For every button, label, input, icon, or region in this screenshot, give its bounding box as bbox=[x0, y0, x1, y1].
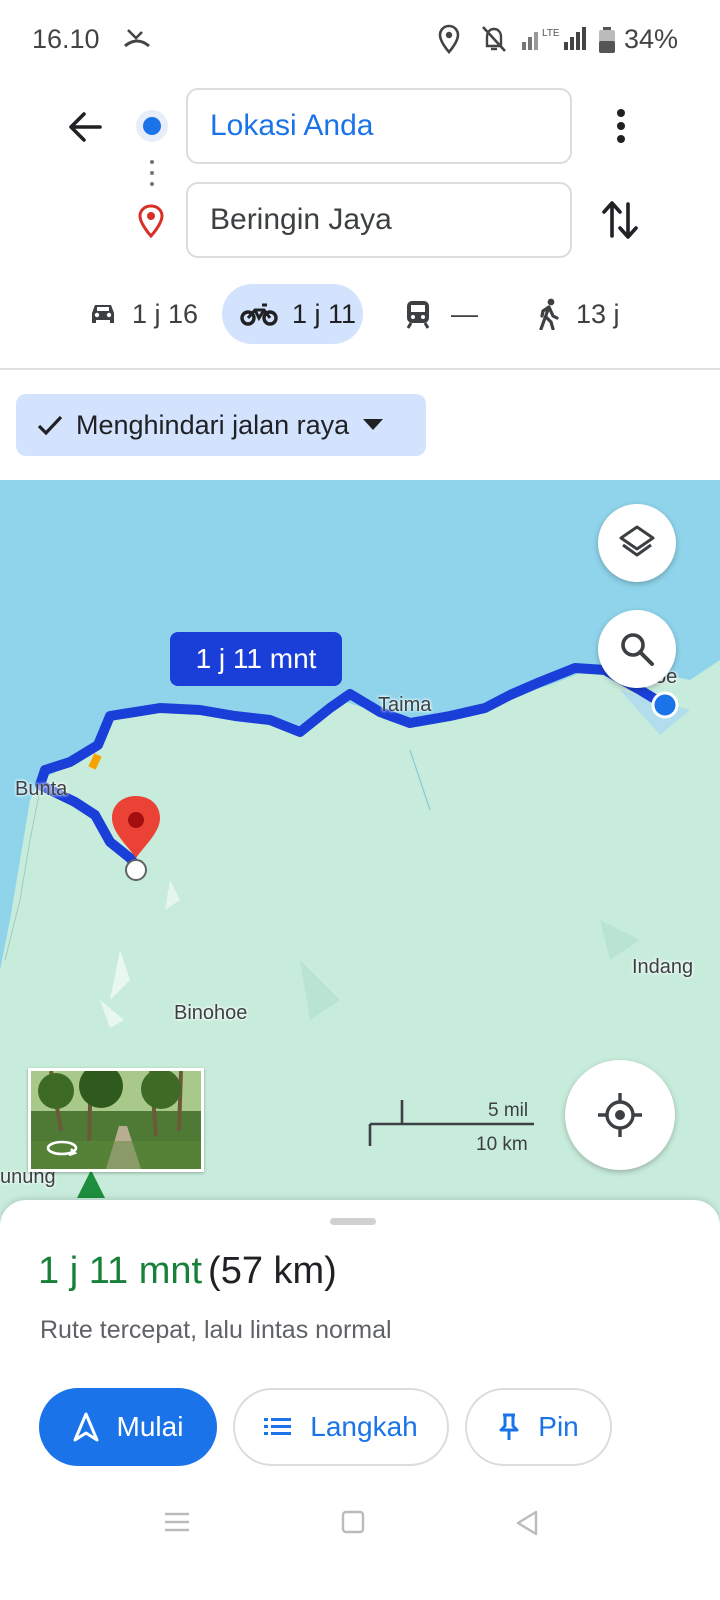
origin-input[interactable]: Lokasi Anda bbox=[186, 88, 572, 164]
system-nav-bar bbox=[0, 1496, 720, 1556]
swap-icon bbox=[602, 201, 638, 239]
mode-tab-transit[interactable]: — bbox=[405, 284, 478, 344]
walk-icon bbox=[539, 298, 559, 330]
train-icon bbox=[406, 301, 430, 329]
pin-button[interactable]: Pin bbox=[465, 1388, 612, 1466]
back-button[interactable] bbox=[62, 103, 110, 151]
layers-button[interactable] bbox=[598, 504, 676, 582]
status-time: 16.10 bbox=[32, 24, 100, 54]
start-button-label: Mulai bbox=[116, 1411, 184, 1442]
notifications-off-icon bbox=[480, 24, 508, 59]
mode-tab-walk[interactable]: 13 j bbox=[536, 284, 620, 344]
map-label-indang: Indang bbox=[632, 956, 694, 978]
map-label-taima: Taima bbox=[378, 694, 432, 716]
pin-icon bbox=[499, 1413, 519, 1440]
dropdown-caret-icon bbox=[363, 419, 384, 430]
home-nav-icon[interactable] bbox=[341, 1510, 365, 1539]
search-icon bbox=[621, 633, 654, 666]
status-bar: 16.10 LTE 34% bbox=[0, 0, 720, 80]
route-sheet: 1 j 11 mnt (57 km) Rute tercepat, lalu li… bbox=[0, 1200, 720, 1600]
destination-dot bbox=[125, 859, 147, 881]
route-time-badge[interactable]: 1 j 11 mnt bbox=[170, 632, 342, 686]
avoid-highways-chip[interactable]: Menghindari jalan raya bbox=[16, 394, 426, 456]
steps-button-label: Langkah bbox=[310, 1411, 418, 1442]
map-scale: 5 mil 10 km bbox=[368, 1096, 538, 1156]
street-view-thumbnail[interactable] bbox=[28, 1068, 204, 1172]
mode-label-transit: — bbox=[451, 298, 478, 329]
signal-lte-icon: LTE bbox=[520, 24, 590, 57]
my-location-icon bbox=[598, 1093, 642, 1137]
scale-km: 10 km bbox=[476, 1134, 528, 1155]
battery-icon bbox=[598, 27, 616, 58]
sheet-handle[interactable] bbox=[330, 1218, 376, 1225]
back-arrow-icon bbox=[69, 112, 102, 142]
mode-tab-motorcycle[interactable]: 1 j 11 bbox=[222, 284, 363, 344]
map-view[interactable]: Taima Bunta Binohoe Indang oe unung 1 j … bbox=[0, 480, 720, 1240]
list-icon bbox=[264, 1418, 292, 1435]
start-button[interactable]: Mulai bbox=[39, 1388, 217, 1466]
battery-percent: 34% bbox=[624, 24, 679, 54]
car-icon bbox=[92, 305, 114, 323]
missed-call-icon bbox=[122, 26, 152, 59]
chip-label: Menghindari jalan raya bbox=[76, 409, 350, 440]
route-distance: (57 km) bbox=[208, 1250, 337, 1292]
my-location-button[interactable] bbox=[565, 1060, 675, 1170]
mode-label-car: 1 j 16 bbox=[132, 298, 199, 329]
rotate-360-icon bbox=[46, 1140, 78, 1157]
steps-button[interactable]: Langkah bbox=[233, 1388, 449, 1466]
map-search-button[interactable] bbox=[598, 610, 676, 688]
motorcycle-icon bbox=[240, 303, 278, 326]
map-label-bunta: Bunta bbox=[15, 778, 68, 800]
pin-button-label: Pin bbox=[538, 1411, 579, 1442]
more-vert-icon bbox=[617, 109, 625, 143]
route-summary: 1 j 11 mnt (57 km) bbox=[38, 1250, 337, 1293]
route-description: Rute tercepat, lalu lintas normal bbox=[40, 1316, 392, 1344]
menu-nav-icon[interactable] bbox=[164, 1510, 190, 1539]
mode-label-walk: 13 j bbox=[576, 298, 620, 329]
origin-marker bbox=[651, 691, 679, 719]
back-nav-icon[interactable] bbox=[514, 1510, 540, 1541]
route-duration: 1 j 11 mnt bbox=[38, 1250, 203, 1292]
origin-dot-icon bbox=[136, 110, 168, 142]
check-icon bbox=[37, 415, 63, 436]
map-label-binohoe: Binohoe bbox=[174, 1002, 248, 1024]
svg-text:LTE: LTE bbox=[542, 28, 560, 39]
route-dots bbox=[149, 160, 155, 190]
destination-pin-icon bbox=[136, 204, 166, 239]
maps-directions-screen: 16.10 LTE 34% Lokasi Anda Beringin Jaya bbox=[0, 0, 720, 1600]
navigation-icon bbox=[73, 1412, 99, 1442]
mode-label-motorcycle: 1 j 11 bbox=[292, 298, 357, 329]
more-options-button[interactable] bbox=[604, 104, 638, 148]
destination-input[interactable]: Beringin Jaya bbox=[186, 182, 572, 258]
mode-tab-car[interactable]: 1 j 16 bbox=[88, 284, 198, 344]
location-status-icon bbox=[438, 24, 460, 59]
swap-button[interactable] bbox=[598, 196, 642, 244]
scale-miles: 5 mil bbox=[488, 1100, 529, 1121]
divider bbox=[0, 368, 720, 370]
layers-icon bbox=[619, 525, 655, 557]
